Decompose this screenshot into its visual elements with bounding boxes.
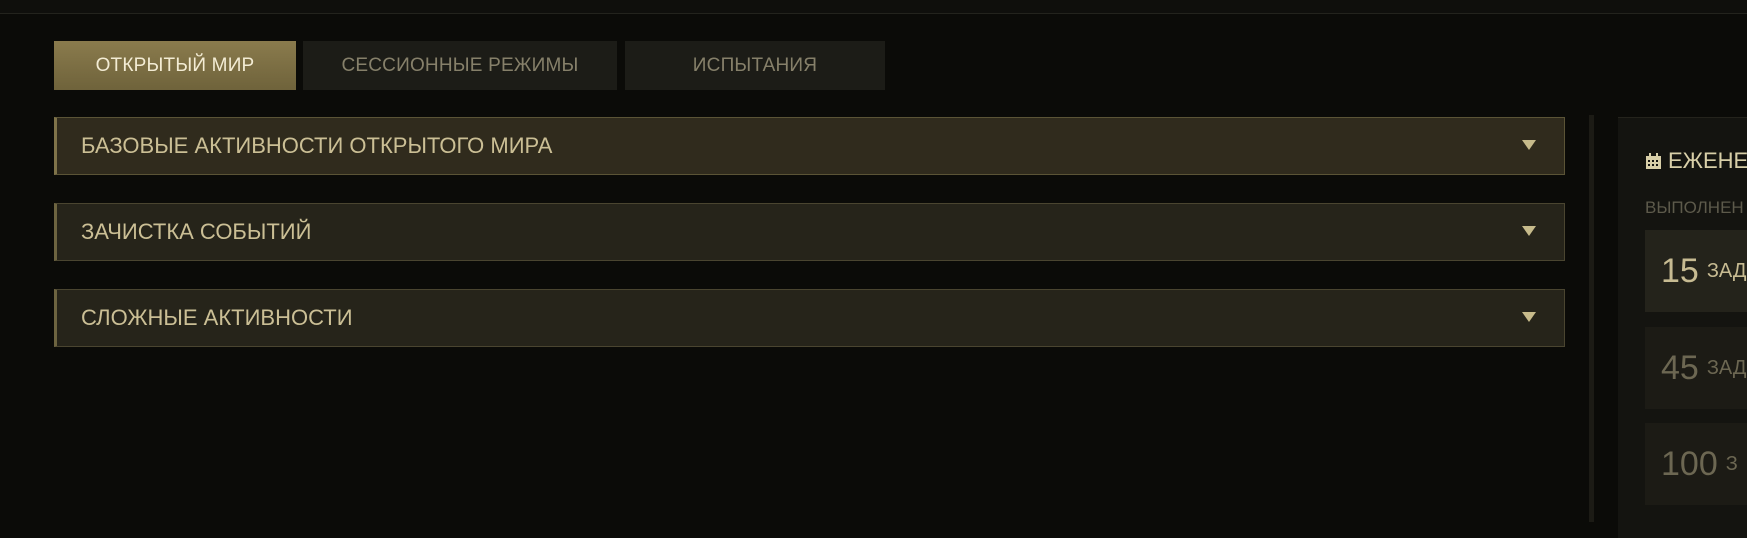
tab-trials[interactable]: ИСПЫТАНИЯ xyxy=(625,41,885,90)
task-unit: ЗАД xyxy=(1706,259,1747,282)
task-count: 100 xyxy=(1661,444,1718,483)
panel-divider xyxy=(1589,115,1594,522)
section-label: ЗАЧИСТКА СОБЫТИЙ xyxy=(81,219,312,244)
task-tier-45[interactable]: 45 ЗАД xyxy=(1645,327,1747,409)
panel-subtitle: ВЫПОЛНЕН xyxy=(1645,198,1744,217)
chevron-down-icon xyxy=(1522,312,1536,322)
section-label: БАЗОВЫЕ АКТИВНОСТИ ОТКРЫТОГО МИРА xyxy=(81,133,553,158)
tab-session-modes[interactable]: СЕССИОННЫЕ РЕЖИМЫ xyxy=(303,41,617,90)
task-count: 45 xyxy=(1661,348,1699,387)
chevron-down-icon xyxy=(1522,226,1536,236)
section-hard-activities[interactable]: СЛОЖНЫЕ АКТИВНОСТИ xyxy=(54,289,1565,347)
top-bar xyxy=(0,0,1747,14)
section-event-clearing[interactable]: ЗАЧИСТКА СОБЫТИЙ xyxy=(54,203,1565,261)
tab-open-world[interactable]: ОТКРЫТЫЙ МИР xyxy=(54,41,296,90)
chevron-down-icon xyxy=(1522,140,1536,150)
calendar-icon xyxy=(1645,152,1662,170)
section-base-activities[interactable]: БАЗОВЫЕ АКТИВНОСТИ ОТКРЫТОГО МИРА xyxy=(54,117,1565,175)
weekly-panel: ЕЖЕНЕ ВЫПОЛНЕН 15 ЗАД 45 ЗАД 100 З xyxy=(1618,117,1747,538)
section-label: СЛОЖНЫЕ АКТИВНОСТИ xyxy=(81,305,353,330)
panel-title: ЕЖЕНЕ xyxy=(1645,148,1747,174)
task-tier-100[interactable]: 100 З xyxy=(1645,423,1747,505)
panel-title-text: ЕЖЕНЕ xyxy=(1668,148,1747,173)
task-count: 15 xyxy=(1661,251,1699,290)
task-tier-15[interactable]: 15 ЗАД xyxy=(1645,230,1747,312)
task-unit: ЗАД xyxy=(1706,356,1747,379)
task-unit: З xyxy=(1725,452,1738,475)
